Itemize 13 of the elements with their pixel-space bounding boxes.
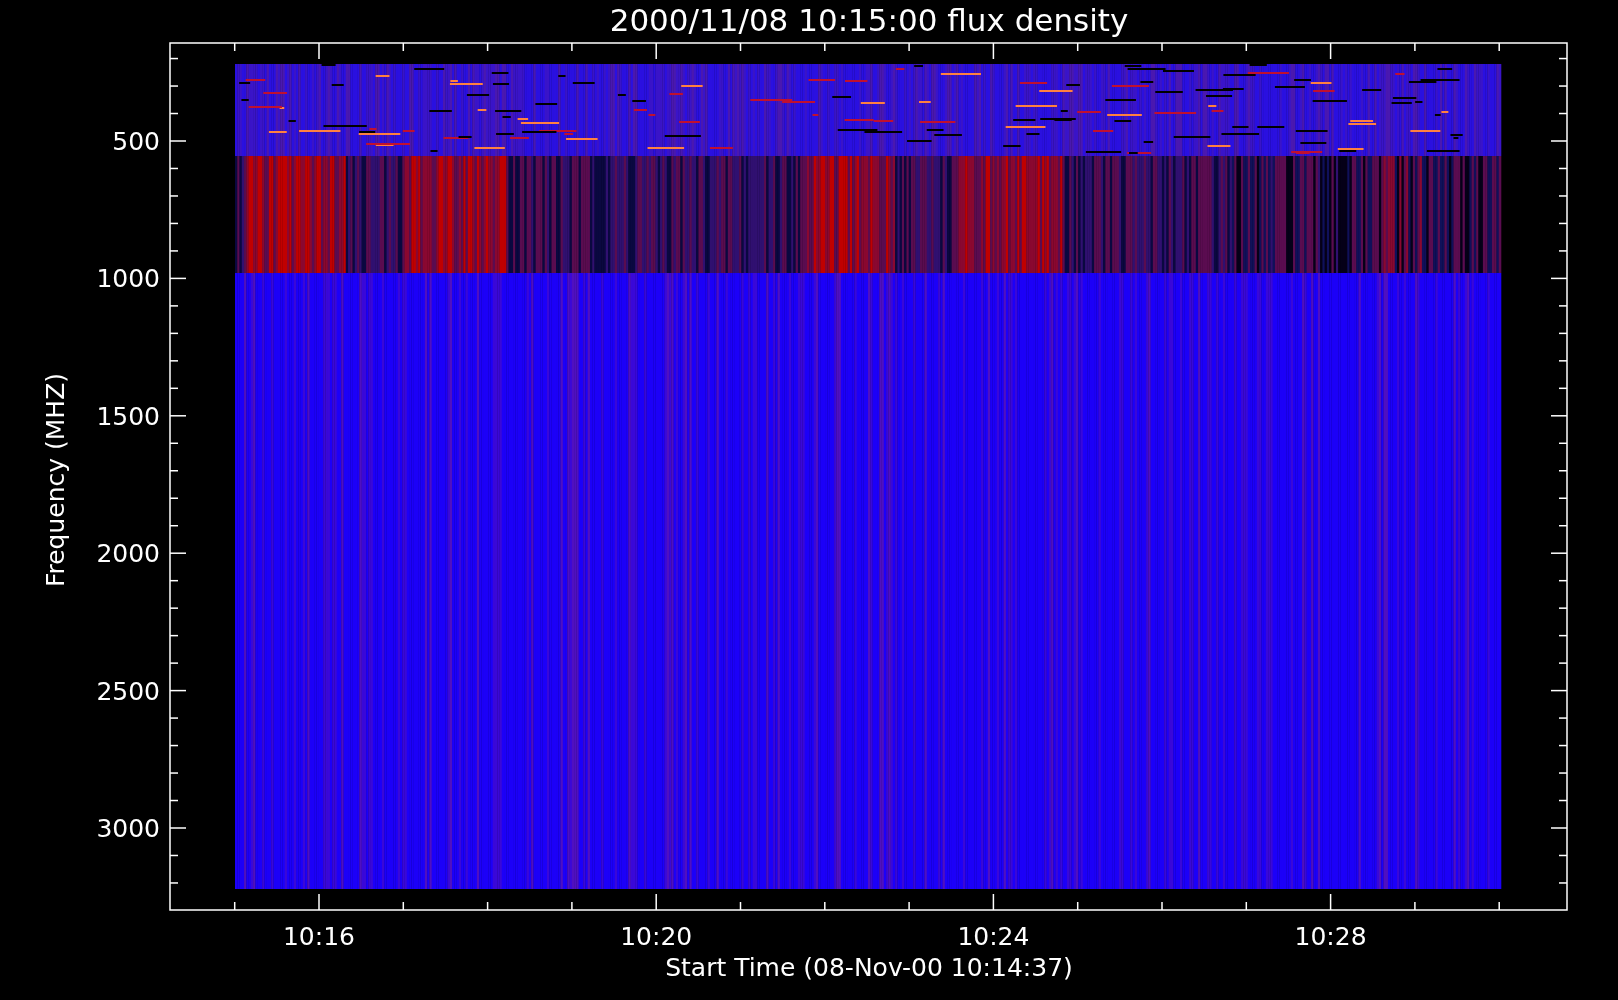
y-tick-label: 3000 [96,814,160,843]
x-tick-label: 10:16 [283,922,355,951]
y-tick-label: 2000 [96,539,160,569]
y-tick-label: 1000 [96,264,160,294]
chart-title: 2000/11/08 10:15:00 flux density [609,4,1129,36]
x-tick-label: 10:24 [957,922,1030,951]
x-tick-label: 10:28 [1294,922,1367,951]
y-tick-label: 500 [112,127,160,156]
x-tick-label: 10:20 [620,922,693,951]
y-tick-label: 2500 [96,676,160,706]
y-axis-label: Frequency (MHZ) [41,372,70,588]
y-tick-label: 1500 [96,401,160,431]
x-axis-label: Start Time (08-Nov-00 10:14:37) [665,955,1073,980]
